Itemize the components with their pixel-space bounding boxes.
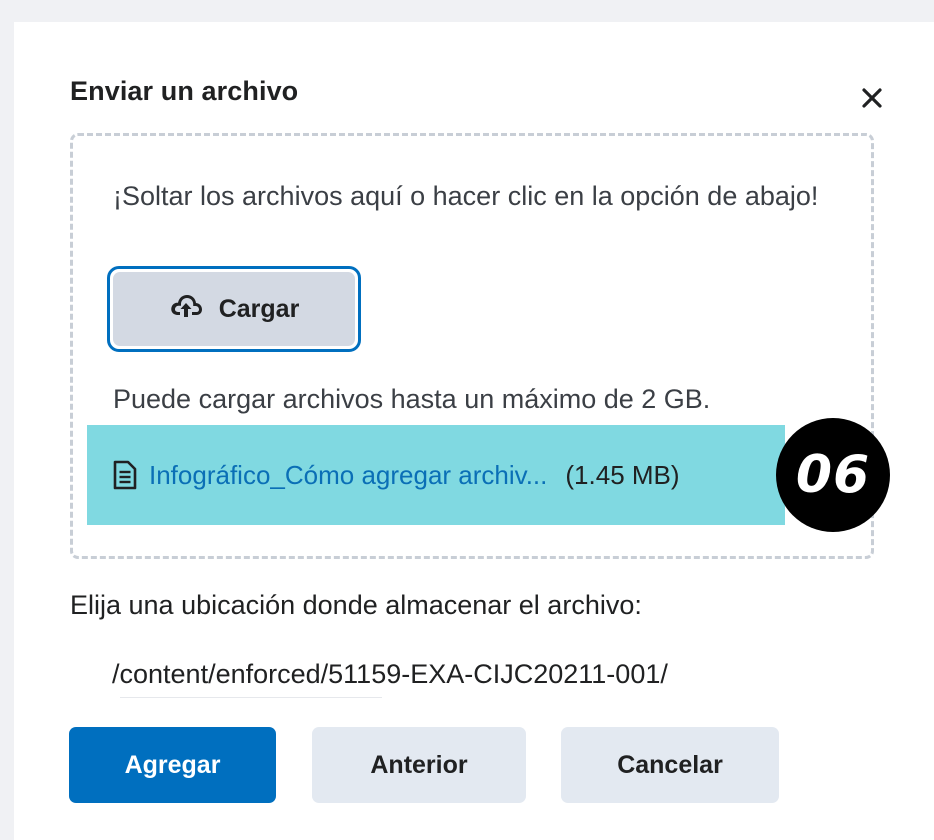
file-dropzone[interactable]: ¡Soltar los archivos aquí o hacer clic e…	[70, 133, 890, 559]
document-icon	[113, 460, 137, 490]
location-path: /content/enforced/51159-EXA-CIJC20211-00…	[112, 659, 668, 689]
location-label: Elija una ubicación donde almacenar el a…	[70, 590, 642, 620]
upload-button-label: Cargar	[218, 294, 300, 323]
back-button[interactable]: Anterior	[312, 727, 526, 803]
dropzone-instructions: ¡Soltar los archivos aquí o hacer clic e…	[113, 181, 819, 211]
cancel-button[interactable]: Cancelar	[561, 727, 779, 803]
dialog-title: Enviar un archivo	[70, 76, 299, 106]
uploaded-file-row: Infográfico_Cómo agregar archiv... (1.45…	[87, 425, 785, 525]
upload-button[interactable]: Cargar	[107, 266, 361, 352]
upload-limit-text: Puede cargar archivos hasta un máximo de…	[113, 384, 711, 414]
location-divider	[120, 697, 382, 698]
step-number-badge: 06	[776, 418, 890, 532]
file-size: (1.45 MB)	[565, 459, 680, 490]
close-icon[interactable]	[854, 80, 890, 116]
upload-dialog: Enviar un archivo ¡Soltar los archivos a…	[14, 22, 934, 840]
file-name-link[interactable]: Infográfico_Cómo agregar archiv...	[149, 460, 547, 491]
add-button[interactable]: Agregar	[69, 727, 276, 803]
cloud-upload-icon	[169, 293, 203, 326]
